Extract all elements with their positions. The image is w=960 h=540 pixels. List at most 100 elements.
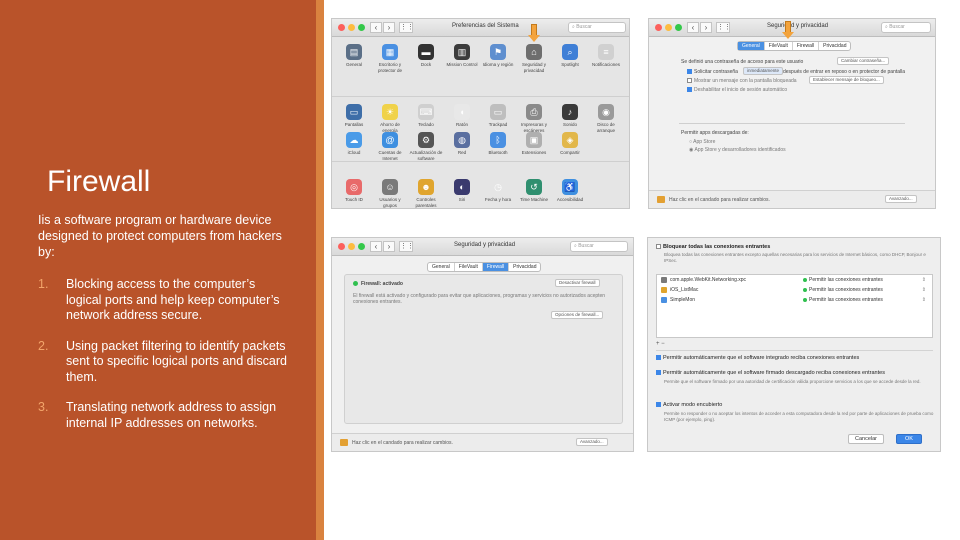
tab-privacy[interactable]: Privacidad <box>819 42 850 50</box>
pref-item-mission-control[interactable]: ▥ Mission Control <box>444 44 480 73</box>
turn-off-firewall-button[interactable]: Desactivar firewall <box>555 279 600 287</box>
allow-dot-icon <box>803 287 807 292</box>
back-icon[interactable]: ‹ <box>370 22 382 33</box>
tab-general[interactable]: General <box>738 42 765 50</box>
pref-item-siri[interactable]: ◐ Siri <box>444 179 480 208</box>
pref-item-touch-id[interactable]: ◎ Touch ID <box>336 179 372 208</box>
app-permission[interactable]: Permitir las conexiones entrantes <box>803 275 883 285</box>
app-store-option[interactable]: ○ App Store <box>689 139 715 145</box>
table-row[interactable]: com.apple.WebKit.Networking.xpc Permitir… <box>657 275 932 285</box>
change-password-button[interactable]: Cambiar contraseña... <box>837 57 890 65</box>
show-all-grid-icon[interactable]: ⋮⋮ <box>399 241 414 252</box>
auto-signed-checkbox[interactable] <box>656 370 661 376</box>
lock-icon[interactable] <box>657 196 665 203</box>
cancel-button[interactable]: Cancelar <box>848 434 884 444</box>
close-button[interactable] <box>338 24 345 31</box>
pref-item-dock[interactable]: ▬ Dock <box>408 44 444 73</box>
firewall-options-button[interactable]: Opciones de firewall... <box>551 311 604 319</box>
pref-item-icloud[interactable]: ☁ iCloud <box>336 132 372 161</box>
auto-builtin-checkbox[interactable] <box>656 355 661 361</box>
pref-item-security[interactable]: ⌂ Seguridad y privacidad <box>516 44 552 73</box>
pref-item-date-time[interactable]: ◷ Fecha y hora <box>480 179 516 208</box>
pref-item-printer[interactable]: ⎙ Impresoras y escáneres <box>516 104 552 133</box>
pref-item-extensions[interactable]: ▣ Extensiones <box>516 132 552 161</box>
table-row[interactable]: SimpleMon Permitir las conexiones entran… <box>657 295 932 305</box>
pref-item-mouse[interactable]: ◖ Ratón <box>444 104 480 133</box>
disable-autologin-checkbox[interactable] <box>687 87 692 93</box>
require-password-option[interactable]: Solicitar contraseña <box>687 69 738 75</box>
tab-privacy[interactable]: Privacidad <box>509 263 540 271</box>
minimize-button[interactable] <box>665 24 672 31</box>
permission-stepper-icon[interactable]: ⇕ <box>922 287 926 293</box>
close-button[interactable] <box>655 24 662 31</box>
pref-item-keyboard[interactable]: ⌨ Teclado <box>408 104 444 133</box>
show-message-checkbox[interactable] <box>687 78 692 84</box>
tab-general[interactable]: General <box>428 263 455 271</box>
advanced-button[interactable]: Avanzado... <box>576 438 608 446</box>
forward-icon[interactable]: › <box>700 22 712 33</box>
tab-firewall[interactable]: Firewall <box>793 42 820 50</box>
pref-item-users[interactable]: ☺ Usuarios y grupos <box>372 179 408 208</box>
disable-autologin-option[interactable]: Deshabilitar el inicio de sesión automát… <box>687 87 787 93</box>
auto-signed-option[interactable]: Permitir automáticamente que el software… <box>656 370 936 376</box>
pref-item-general[interactable]: ▤ General <box>336 44 372 73</box>
block-all-checkbox[interactable] <box>656 244 661 250</box>
zoom-button[interactable] <box>358 243 365 250</box>
pref-item-parental-controls[interactable]: ☻ Controles parentales <box>408 179 444 208</box>
pref-item-accessibility[interactable]: ♿ Accesibilidad <box>552 179 588 208</box>
set-lock-message-button[interactable]: Establecer mensaje de bloqueo... <box>809 76 884 84</box>
show-all-grid-icon[interactable]: ⋮⋮ <box>399 22 414 33</box>
pref-item-desktop[interactable]: ▦ Escritorio y protector de pantalla <box>372 44 408 73</box>
advanced-button[interactable]: Avanzado... <box>885 195 917 203</box>
forward-icon[interactable]: › <box>383 241 395 252</box>
close-button[interactable] <box>338 243 345 250</box>
table-row[interactable]: iOS_ListMac Permitir las conexiones entr… <box>657 285 932 295</box>
ok-button[interactable]: OK <box>896 434 922 444</box>
pref-item-sound[interactable]: ♪ Sonido <box>552 104 588 133</box>
lock-icon[interactable] <box>340 439 348 446</box>
pref-item-software-update[interactable]: ⚙ Actualización de software <box>408 132 444 161</box>
stealth-mode-option[interactable]: Activar modo encubierto <box>656 402 936 408</box>
app-list[interactable]: com.apple.WebKit.Networking.xpc Permitir… <box>656 274 933 338</box>
search-input[interactable]: ⌕ Buscar <box>570 241 628 252</box>
require-password-select[interactable]: inmediatamente <box>743 67 784 75</box>
pref-item-notifications[interactable]: ≡ Notificaciones <box>588 44 624 73</box>
pref-item-spotlight[interactable]: ⌕ Spotlight <box>552 44 588 73</box>
tab-filevault[interactable]: FileVault <box>765 42 793 50</box>
pref-item-time-machine[interactable]: ↺ Time Machine <box>516 179 552 208</box>
app-store-dev-option[interactable]: ◉ App Store y desarrolladores identifica… <box>689 147 786 153</box>
search-input[interactable]: ⌕ Buscar <box>881 22 931 33</box>
pref-item-internet-accounts[interactable]: @ Cuentas de Internet <box>372 132 408 161</box>
permission-stepper-icon[interactable]: ⇕ <box>922 297 926 303</box>
auto-builtin-option[interactable]: Permitir automáticamente que el software… <box>656 355 936 361</box>
require-password-checkbox[interactable] <box>687 69 692 75</box>
pref-item-language[interactable]: ⚑ Idioma y región <box>480 44 516 73</box>
minimize-button[interactable] <box>348 24 355 31</box>
back-icon[interactable]: ‹ <box>687 22 699 33</box>
block-all-option[interactable]: Bloquear todas las conexiones entrantes <box>656 244 936 250</box>
minimize-button[interactable] <box>348 243 355 250</box>
permission-stepper-icon[interactable]: ⇕ <box>922 277 926 283</box>
search-input[interactable]: ⌕ Buscar <box>568 22 626 33</box>
pref-item-energy[interactable]: ☀ Ahorro de energía <box>372 104 408 133</box>
pref-item-displays[interactable]: ▭ Pantallas <box>336 104 372 133</box>
tab-filevault[interactable]: FileVault <box>455 263 483 271</box>
app-permission[interactable]: Permitir las conexiones entrantes <box>803 295 883 305</box>
system-preferences-window: ‹ › ⋮⋮ Preferencias del Sistema ⌕ Buscar… <box>331 18 630 209</box>
stealth-mode-checkbox[interactable] <box>656 402 661 408</box>
zoom-button[interactable] <box>358 24 365 31</box>
status-dot-icon <box>353 281 358 287</box>
forward-icon[interactable]: › <box>383 22 395 33</box>
zoom-button[interactable] <box>675 24 682 31</box>
show-message-option[interactable]: Mostrar un mensaje con la pantalla bloqu… <box>687 78 797 84</box>
add-remove-buttons[interactable]: + − <box>656 341 665 347</box>
pref-item-sharing[interactable]: ◈ Compartir <box>552 132 588 161</box>
pref-item-startup-disk[interactable]: ◉ Disco de arranque <box>588 104 624 133</box>
tab-firewall[interactable]: Firewall <box>482 263 510 271</box>
pref-item-bluetooth[interactable]: ᛒ Bluetooth <box>480 132 516 161</box>
back-icon[interactable]: ‹ <box>370 241 382 252</box>
app-permission[interactable]: Permitir las conexiones entrantes <box>803 285 883 295</box>
show-all-grid-icon[interactable]: ⋮⋮ <box>716 22 731 33</box>
pref-item-network[interactable]: ◍ Red <box>444 132 480 161</box>
pref-item-trackpad[interactable]: ▭ Trackpad <box>480 104 516 133</box>
